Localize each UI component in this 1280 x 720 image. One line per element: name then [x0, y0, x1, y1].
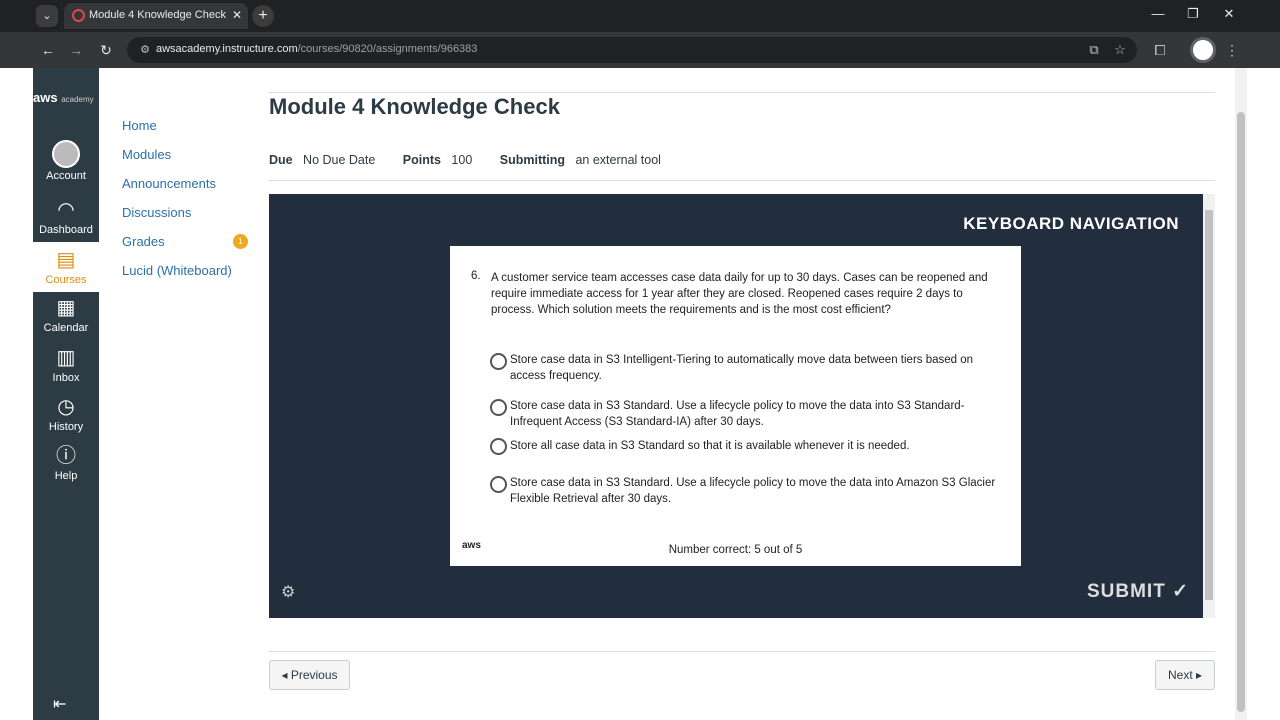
aws-academy-logo[interactable]: aws academy — [33, 90, 99, 110]
nav-help[interactable]: ⓘ Help — [33, 444, 99, 492]
tab-search-button[interactable]: ⌄ — [36, 5, 58, 27]
assignment-details: Due No Due Date Points 100 Submitting an… — [269, 153, 661, 167]
previous-button[interactable]: ◂ Previous — [269, 660, 350, 690]
collapse-nav-icon[interactable]: ⇤ — [53, 694, 66, 714]
grades-badge: 1 — [233, 234, 248, 249]
course-nav-home[interactable]: Home — [122, 118, 262, 147]
nav-account[interactable]: Account — [33, 140, 99, 188]
install-icon[interactable]: ⧉ — [1085, 41, 1103, 59]
restore-button[interactable]: ❐ — [1178, 6, 1208, 26]
nav-help-label: Help — [54, 470, 78, 482]
radio-button[interactable] — [490, 353, 507, 370]
nav-courses[interactable]: ▤ Courses — [33, 242, 99, 292]
due-value: No Due Date — [303, 153, 376, 167]
answer-text: Store case data in S3 Standard. Use a li… — [510, 477, 996, 505]
logo-text: aws — [33, 90, 58, 105]
answer-option[interactable]: Store all case data in S3 Standard so th… — [490, 438, 1005, 458]
tab-favicon-icon — [72, 9, 85, 22]
reload-button[interactable]: ↻ — [96, 40, 116, 60]
keyboard-navigation-link[interactable]: KEYBOARD NAVIGATION — [963, 214, 1179, 234]
course-navigation: Home Modules Announcements Discussions G… — [122, 118, 262, 292]
course-nav-grades-row[interactable]: Grades 1 — [122, 234, 262, 263]
nav-account-label: Account — [46, 170, 86, 182]
courses-icon: ▤ — [56, 249, 76, 271]
course-nav-announcements[interactable]: Announcements — [122, 176, 262, 205]
answer-option[interactable]: Store case data in S3 Standard. Use a li… — [490, 398, 1005, 432]
global-navigation: aws academy Account ◠ Dashboard ▤ Course… — [33, 68, 99, 720]
next-button[interactable]: Next ▸ — [1155, 660, 1215, 690]
url-domain: awsacademy.instructure.com — [156, 43, 298, 55]
browser-toolbar: ← → ↻ ⚙ awsacademy.instructure.com/cours… — [0, 32, 1280, 68]
radio-button[interactable] — [490, 476, 507, 493]
nav-calendar[interactable]: ▦ Calendar — [33, 296, 99, 344]
answer-text: Store all case data in S3 Standard so th… — [510, 440, 910, 452]
new-tab-button[interactable]: + — [252, 5, 274, 27]
frame-scrollbar[interactable] — [1203, 194, 1215, 618]
page-scroll-thumb[interactable] — [1237, 112, 1245, 712]
tab-close-icon[interactable]: ✕ — [232, 8, 242, 22]
score-text: Number correct: 5 out of 5 — [668, 544, 803, 556]
extensions-icon[interactable]: ⧠ — [1150, 40, 1170, 60]
answer-text: Store case data in S3 Standard. Use a li… — [510, 400, 965, 428]
nav-dashboard-label: Dashboard — [39, 224, 93, 236]
page-title: Module 4 Knowledge Check — [269, 94, 560, 119]
radio-button[interactable] — [490, 438, 507, 455]
url-path: /courses/90820/assignments/966383 — [297, 43, 478, 55]
answer-option[interactable]: Store case data in S3 Standard. Use a li… — [490, 475, 1005, 509]
site-info-icon[interactable]: ⚙ — [137, 42, 153, 58]
divider — [269, 92, 1215, 93]
page-scrollbar[interactable] — [1235, 68, 1247, 720]
radio-button[interactable] — [490, 399, 507, 416]
course-nav-discussions[interactable]: Discussions — [122, 205, 262, 234]
frame-scroll-thumb[interactable] — [1205, 210, 1213, 600]
nav-inbox-label: Inbox — [52, 372, 80, 384]
answer-option[interactable]: Store case data in S3 Intelligent-Tierin… — [490, 352, 1005, 386]
bookmark-star-icon[interactable]: ☆ — [1111, 41, 1129, 59]
forward-button[interactable]: → — [66, 40, 86, 60]
profile-avatar[interactable] — [1190, 37, 1216, 63]
nav-dashboard[interactable]: ◠ Dashboard — [33, 198, 99, 246]
nav-courses-label: Courses — [45, 274, 87, 286]
nav-history-label: History — [48, 421, 84, 433]
divider — [269, 180, 1215, 181]
minimize-button[interactable]: — — [1143, 6, 1173, 26]
submitting-value: an external tool — [575, 153, 661, 167]
question-card: 6. A customer service team accesses case… — [450, 246, 1021, 566]
due-label: Due — [269, 153, 293, 167]
settings-gear-icon[interactable]: ⚙ — [281, 582, 295, 602]
dashboard-icon: ◠ — [57, 199, 75, 221]
external-tool-frame: KEYBOARD NAVIGATION 6. A customer servic… — [269, 194, 1203, 618]
help-icon: ⓘ — [56, 445, 76, 467]
nav-inbox[interactable]: ▥ Inbox — [33, 346, 99, 394]
points-label: Points — [402, 153, 441, 167]
logo-sub: academy — [61, 95, 94, 104]
question-number: 6. — [471, 270, 481, 282]
answer-text: Store case data in S3 Intelligent-Tierin… — [510, 354, 974, 382]
history-icon: ◷ — [57, 396, 75, 418]
course-nav-grades[interactable]: Grades — [122, 234, 165, 249]
points-value: 100 — [451, 153, 473, 167]
course-nav-lucid[interactable]: Lucid (Whiteboard) — [122, 263, 262, 292]
browser-menu-icon[interactable]: ⋮ — [1222, 40, 1242, 60]
calendar-icon: ▦ — [56, 297, 76, 319]
inbox-icon: ▥ — [56, 347, 76, 369]
submitting-label: Submitting — [499, 153, 566, 167]
divider — [269, 651, 1215, 652]
tab-title: Module 4 Knowledge Check — [89, 9, 226, 21]
course-nav-modules[interactable]: Modules — [122, 147, 262, 176]
submit-button[interactable]: SUBMIT ✓ — [1087, 580, 1189, 603]
nav-calendar-label: Calendar — [43, 322, 89, 334]
close-window-button[interactable]: ✕ — [1214, 6, 1244, 26]
nav-history[interactable]: ◷ History — [33, 395, 99, 443]
browser-tab[interactable]: Module 4 Knowledge Check ✕ — [64, 3, 248, 29]
browser-chrome: ⌄ Module 4 Knowledge Check ✕ + — ❐ ✕ ← →… — [0, 0, 1280, 68]
avatar — [52, 140, 80, 168]
url-text: awsacademy.instructure.com/courses/90820… — [156, 43, 477, 55]
tab-strip: ⌄ Module 4 Knowledge Check ✕ + — ❐ ✕ — [0, 0, 1280, 32]
address-bar[interactable]: ⚙ awsacademy.instructure.com/courses/908… — [127, 37, 1137, 63]
question-text: A customer service team accesses case da… — [491, 272, 988, 316]
back-button[interactable]: ← — [38, 40, 58, 60]
